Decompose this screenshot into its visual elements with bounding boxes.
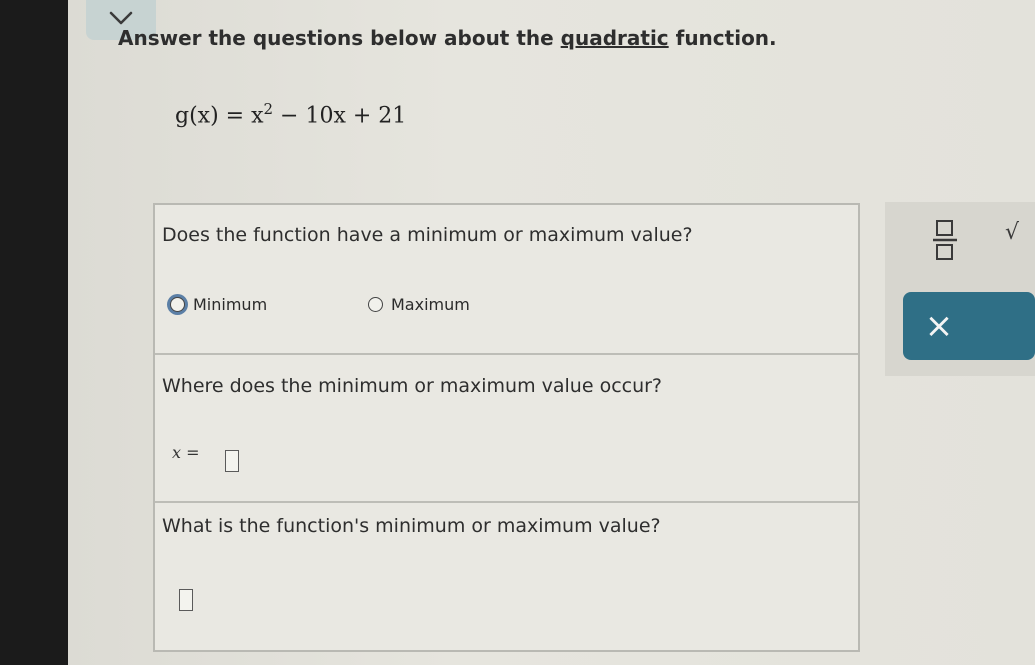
extreme-value-input[interactable] [179,589,193,611]
math-toolbar: √ × [885,202,1035,376]
function-equation: g(x) = x2 − 10x + 21 [175,100,406,128]
sqrt-button[interactable]: √ [1005,220,1019,245]
question-1: Does the function have a minimum or maxi… [155,205,858,355]
question-3-text: What is the function's minimum or maximu… [162,515,661,537]
radio-maximum-circle[interactable] [368,297,383,312]
radio-maximum[interactable]: Maximum [368,295,470,314]
x-equals-label: x = [172,443,200,462]
instruction-suffix: function. [668,26,777,50]
question-3: What is the function's minimum or maximu… [155,503,858,650]
chevron-down-icon [109,11,133,25]
x-value-input[interactable] [225,450,239,472]
radio-minimum-circle[interactable] [170,297,185,312]
equation-lhs: g(x) = x [175,103,264,129]
instruction-prefix: Answer the questions below about the [118,26,561,50]
question-2-text: Where does the minimum or maximum value … [162,375,663,397]
clear-button[interactable]: × [903,292,1035,360]
radio-minimum-label: Minimum [193,295,268,314]
instruction-text: Answer the questions below about the qua… [118,26,777,50]
close-icon: × [924,306,954,346]
question-2: Where does the minimum or maximum value … [155,355,858,503]
fraction-button[interactable] [932,218,958,266]
fraction-icon [933,220,957,260]
device-bezel [0,0,68,665]
square-root-icon: √ [1005,220,1020,245]
quadratic-link[interactable]: quadratic [561,26,669,50]
equation-exponent: 2 [263,100,274,118]
equation-rhs: − 10x + 21 [273,103,407,129]
radio-maximum-label: Maximum [391,295,470,314]
questions-panel: Does the function have a minimum or maxi… [153,203,860,652]
radio-minimum[interactable]: Minimum [170,295,267,314]
question-1-text: Does the function have a minimum or maxi… [162,224,693,246]
